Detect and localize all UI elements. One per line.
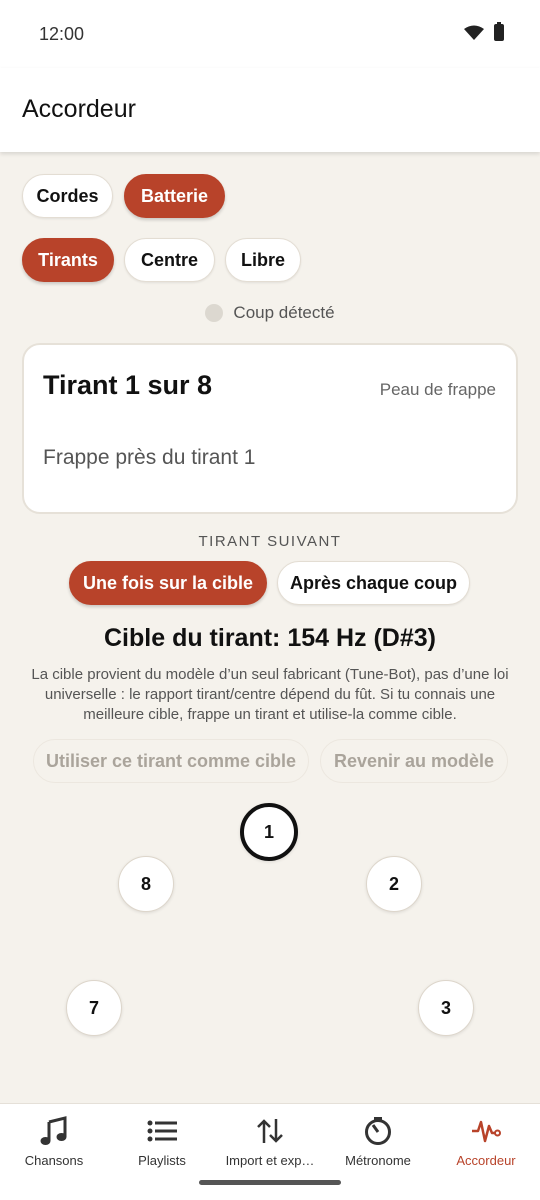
next-lug-after-each-hit-button[interactable]: Après chaque coup (277, 561, 470, 605)
page-title: Accordeur (22, 95, 136, 123)
nav-accordeur[interactable]: Accordeur (432, 1104, 540, 1184)
nav-metronome[interactable]: Métronome (324, 1104, 432, 1184)
hit-detection-indicator: Coup détecté (0, 303, 540, 323)
lug-8[interactable]: 8 (118, 856, 174, 912)
music-note-icon (38, 1116, 70, 1146)
nav-label-chansons: Chansons (24, 1153, 84, 1168)
lug-card: Tirant 1 sur 8 Peau de frappe Frappe prè… (22, 343, 518, 514)
battery-icon (494, 22, 504, 41)
metronome-icon (362, 1116, 394, 1146)
bottom-nav: Chansons Playlists Import et exp… Métron… (0, 1103, 540, 1200)
detection-dot-icon (205, 304, 224, 322)
nav-label-accordeur: Accordeur (456, 1153, 516, 1168)
lug-2[interactable]: 2 (366, 856, 422, 912)
lug-card-hint: Frappe près du tirant 1 (43, 446, 256, 469)
nav-playlists[interactable]: Playlists (108, 1104, 216, 1184)
status-time: 12:00 (39, 24, 85, 44)
nav-label-import-export: Import et exp… (225, 1153, 315, 1168)
chip-tirants[interactable]: Tirants (22, 238, 114, 282)
chip-batterie[interactable]: Batterie (124, 174, 225, 218)
import-export-icon (254, 1116, 286, 1146)
lug-1[interactable]: 1 (240, 803, 298, 861)
drum-head-label: Peau de frappe (379, 380, 496, 399)
detection-label: Coup détecté (233, 303, 335, 322)
app-bar: Accordeur (0, 68, 540, 152)
playlist-icon (146, 1116, 178, 1146)
home-indicator[interactable] (199, 1180, 341, 1185)
waveform-icon (470, 1116, 502, 1146)
use-lug-as-target-button[interactable]: Utiliser ce tirant comme cible (33, 739, 309, 783)
lug-card-title: Tirant 1 sur 8 (43, 370, 213, 400)
status-icons (464, 22, 504, 41)
status-bar: 12:00 (0, 0, 540, 68)
next-lug-once-on-target-button[interactable]: Une fois sur la cible (69, 561, 267, 605)
chip-cordes[interactable]: Cordes (22, 174, 113, 218)
chip-centre[interactable]: Centre (124, 238, 215, 282)
lug-7[interactable]: 7 (66, 980, 122, 1036)
nav-label-metronome: Métronome (345, 1153, 411, 1168)
chip-libre[interactable]: Libre (225, 238, 301, 282)
nav-chansons[interactable]: Chansons (0, 1104, 108, 1184)
next-lug-label: TIRANT SUIVANT (198, 533, 342, 550)
wifi-icon (464, 25, 484, 40)
target-note: La cible provient du modèle d’un seul fa… (31, 666, 509, 723)
revert-to-model-button[interactable]: Revenir au modèle (320, 739, 508, 783)
lug-3[interactable]: 3 (418, 980, 474, 1036)
target-frequency: Cible du tirant: 154 Hz (D#3) (104, 624, 436, 652)
nav-label-playlists: Playlists (138, 1153, 186, 1168)
nav-import-export[interactable]: Import et exp… (216, 1104, 324, 1184)
